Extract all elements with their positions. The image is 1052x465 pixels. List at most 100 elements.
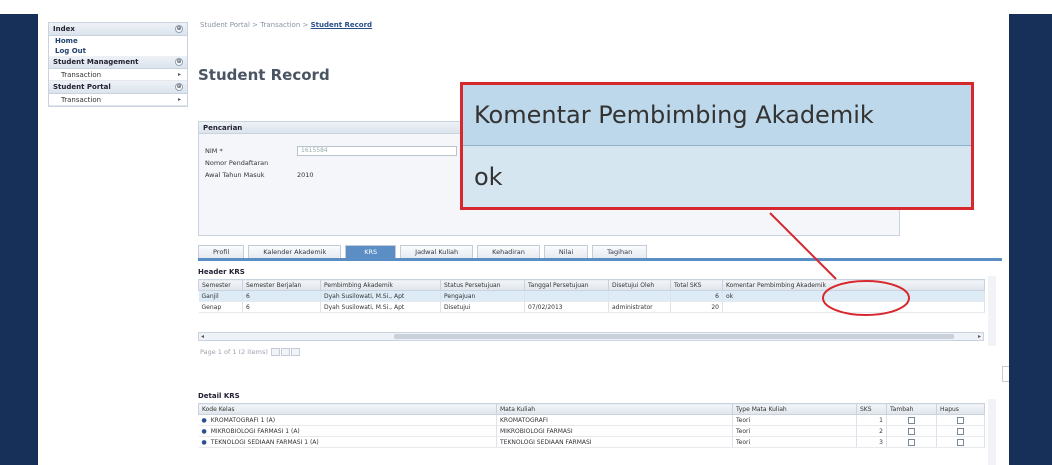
vertical-scrollbar[interactable]	[988, 276, 996, 346]
table-cell: 07/02/2013	[524, 301, 609, 313]
column-header[interactable]: Semester Berjalan	[242, 279, 321, 291]
column-header[interactable]: Kode Kelas	[198, 403, 497, 415]
column-header[interactable]: Tambah	[886, 403, 937, 415]
table-cell	[524, 290, 609, 302]
field-label: Awal Tahun Masuk	[205, 171, 265, 179]
table-row[interactable]: ● KROMATOGRAFI 1 (A) KROMATOGRAFI Teori 1	[198, 414, 985, 426]
expand-icon[interactable]: ⊕	[175, 58, 183, 66]
sidebar-link-home[interactable]: Home	[49, 36, 187, 46]
tab-kehadiran[interactable]: Kehadiran	[477, 245, 540, 258]
pager-summary: Page 1 of 1 (2 items)	[200, 348, 268, 356]
breadcrumb: Student Portal > Transaction > Student R…	[200, 21, 372, 29]
breadcrumb-separator: >	[300, 21, 311, 29]
table-cell: Genap	[198, 301, 243, 313]
sidebar-section-student-portal[interactable]: Student Portal ⊕	[49, 81, 187, 94]
column-header[interactable]: Hapus	[936, 403, 985, 415]
tab-jadwal-kuliah[interactable]: Jadwal Kuliah	[400, 245, 474, 258]
table-cell: MIKROBIOLOGI FARMASI	[496, 425, 733, 437]
scroll-left-icon[interactable]: ◂	[201, 333, 204, 340]
column-header[interactable]: SKS	[856, 403, 887, 415]
sidebar-section-title: Student Management	[53, 58, 139, 66]
breadcrumb-link[interactable]: Student Portal	[200, 21, 250, 29]
column-header[interactable]: Tanggal Persetujuan	[524, 279, 609, 291]
table-cell: Teori	[732, 436, 857, 448]
section-title: Header KRS	[198, 268, 245, 276]
pager: Page 1 of 1 (2 items)	[200, 348, 300, 356]
tab-nilai[interactable]: Nilai	[543, 245, 589, 258]
header-krs-table: Semester Semester Berjalan Pembimbing Ak…	[198, 279, 985, 313]
table-row[interactable]: Ganjil 6 Dyah Susilowati, M.Si., Apt Pen…	[198, 290, 985, 302]
horizontal-scrollbar[interactable]: ◂ ▸	[198, 332, 984, 341]
tab-bar: Profil Kalender Akademik KRS Jadwal Kuli…	[198, 245, 764, 258]
table-cell: Dyah Susilowati, M.Si., Apt	[320, 301, 441, 313]
column-header[interactable]: Total SKS	[670, 279, 723, 291]
tambah-checkbox[interactable]	[908, 416, 915, 424]
table-cell: Disetujui	[440, 301, 525, 313]
sidebar-item-label: Transaction	[61, 95, 102, 104]
tab-krs[interactable]: KRS	[345, 245, 397, 258]
expand-icon[interactable]: ⊕	[175, 83, 183, 91]
table-row[interactable]: Genap 6 Dyah Susilowati, M.Si., Apt Dise…	[198, 301, 985, 313]
table-header-row: Semester Semester Berjalan Pembimbing Ak…	[198, 279, 985, 291]
sidebar-item-transaction[interactable]: Transaction ▸	[49, 69, 187, 81]
column-header[interactable]: Status Persetujuan	[440, 279, 525, 291]
column-header[interactable]: Type Mata Kuliah	[732, 403, 857, 415]
frame-left-border	[0, 14, 38, 465]
table-cell: Teori	[732, 414, 857, 426]
detail-krs-table: Kode Kelas Mata Kuliah Type Mata Kuliah …	[198, 403, 985, 448]
breadcrumb-current[interactable]: Student Record	[311, 21, 372, 29]
callout-title: Komentar Pembimbing Akademik	[463, 85, 971, 146]
field-value: 2010	[297, 171, 314, 179]
hapus-checkbox[interactable]	[957, 416, 964, 424]
sidebar-section-index[interactable]: Index ⊕	[49, 23, 187, 36]
table-cell: Dyah Susilowati, M.Si., Apt	[320, 290, 441, 302]
column-header[interactable]: Mata Kuliah	[496, 403, 733, 415]
breadcrumb-link[interactable]: Transaction	[260, 21, 300, 29]
page-next-button[interactable]	[290, 348, 300, 356]
field-label: NIM *	[205, 147, 223, 155]
vertical-scrollbar[interactable]	[988, 399, 996, 465]
column-header[interactable]: Disetujui Oleh	[608, 279, 671, 291]
table-row[interactable]: ● MIKROBIOLOGI FARMASI 1 (A) MIKROBIOLOGI…	[198, 425, 985, 437]
expand-bullet-icon[interactable]: ●	[202, 439, 207, 446]
table-cell: Pengajuan	[440, 290, 525, 302]
expand-bullet-icon[interactable]: ●	[202, 417, 207, 424]
table-cell	[722, 301, 985, 313]
sidebar-link-logout[interactable]: Log Out	[49, 46, 187, 56]
expand-bullet-icon[interactable]: ●	[202, 428, 207, 435]
expand-icon[interactable]: ⊕	[175, 25, 183, 33]
sidebar-item-transaction[interactable]: Transaction ▸	[49, 94, 187, 106]
page-prev-button[interactable]	[270, 348, 280, 356]
hapus-checkbox[interactable]	[957, 427, 964, 435]
table-cell	[936, 436, 985, 448]
scrollbar-thumb[interactable]	[394, 334, 954, 339]
page-number-button[interactable]	[280, 348, 290, 356]
column-header[interactable]: Pembimbing Akademik	[320, 279, 441, 291]
table-row[interactable]: ● TEKNOLOGI SEDIAAN FARMASI 1 (A) TEKNOLO…	[198, 436, 985, 448]
sidebar-section-title: Student Portal	[53, 83, 111, 91]
tab-tagihan[interactable]: Tagihan	[592, 245, 648, 258]
sidebar-section-student-management[interactable]: Student Management ⊕	[49, 56, 187, 69]
table-cell: 6	[242, 290, 321, 302]
page-title: Student Record	[198, 66, 330, 84]
sidebar: Index ⊕ Home Log Out Student Management …	[48, 22, 188, 107]
field-label: Nomor Pendaftaran	[205, 159, 269, 167]
table-cell: ● TEKNOLOGI SEDIAAN FARMASI 1 (A)	[198, 436, 497, 448]
table-cell: KROMATOGRAFI	[496, 414, 733, 426]
table-cell	[936, 414, 985, 426]
column-header[interactable]: Semester	[198, 279, 243, 291]
column-header[interactable]: Komentar Pembimbing Akademik	[722, 279, 985, 291]
tab-profil[interactable]: Profil	[198, 245, 245, 258]
hapus-checkbox[interactable]	[957, 438, 964, 446]
table-cell: administrator	[608, 301, 671, 313]
sidebar-section-title: Index	[53, 25, 75, 33]
scroll-handle[interactable]	[1002, 366, 1009, 382]
table-cell: 3	[856, 436, 887, 448]
chevron-right-icon: ▸	[177, 71, 181, 78]
tab-kalender-akademik[interactable]: Kalender Akademik	[248, 245, 342, 258]
tambah-checkbox[interactable]	[908, 438, 915, 446]
tambah-checkbox[interactable]	[908, 427, 915, 435]
scroll-right-icon[interactable]: ▸	[978, 333, 981, 340]
breadcrumb-separator: >	[249, 21, 261, 29]
nim-input[interactable]: 1615584	[297, 146, 457, 156]
